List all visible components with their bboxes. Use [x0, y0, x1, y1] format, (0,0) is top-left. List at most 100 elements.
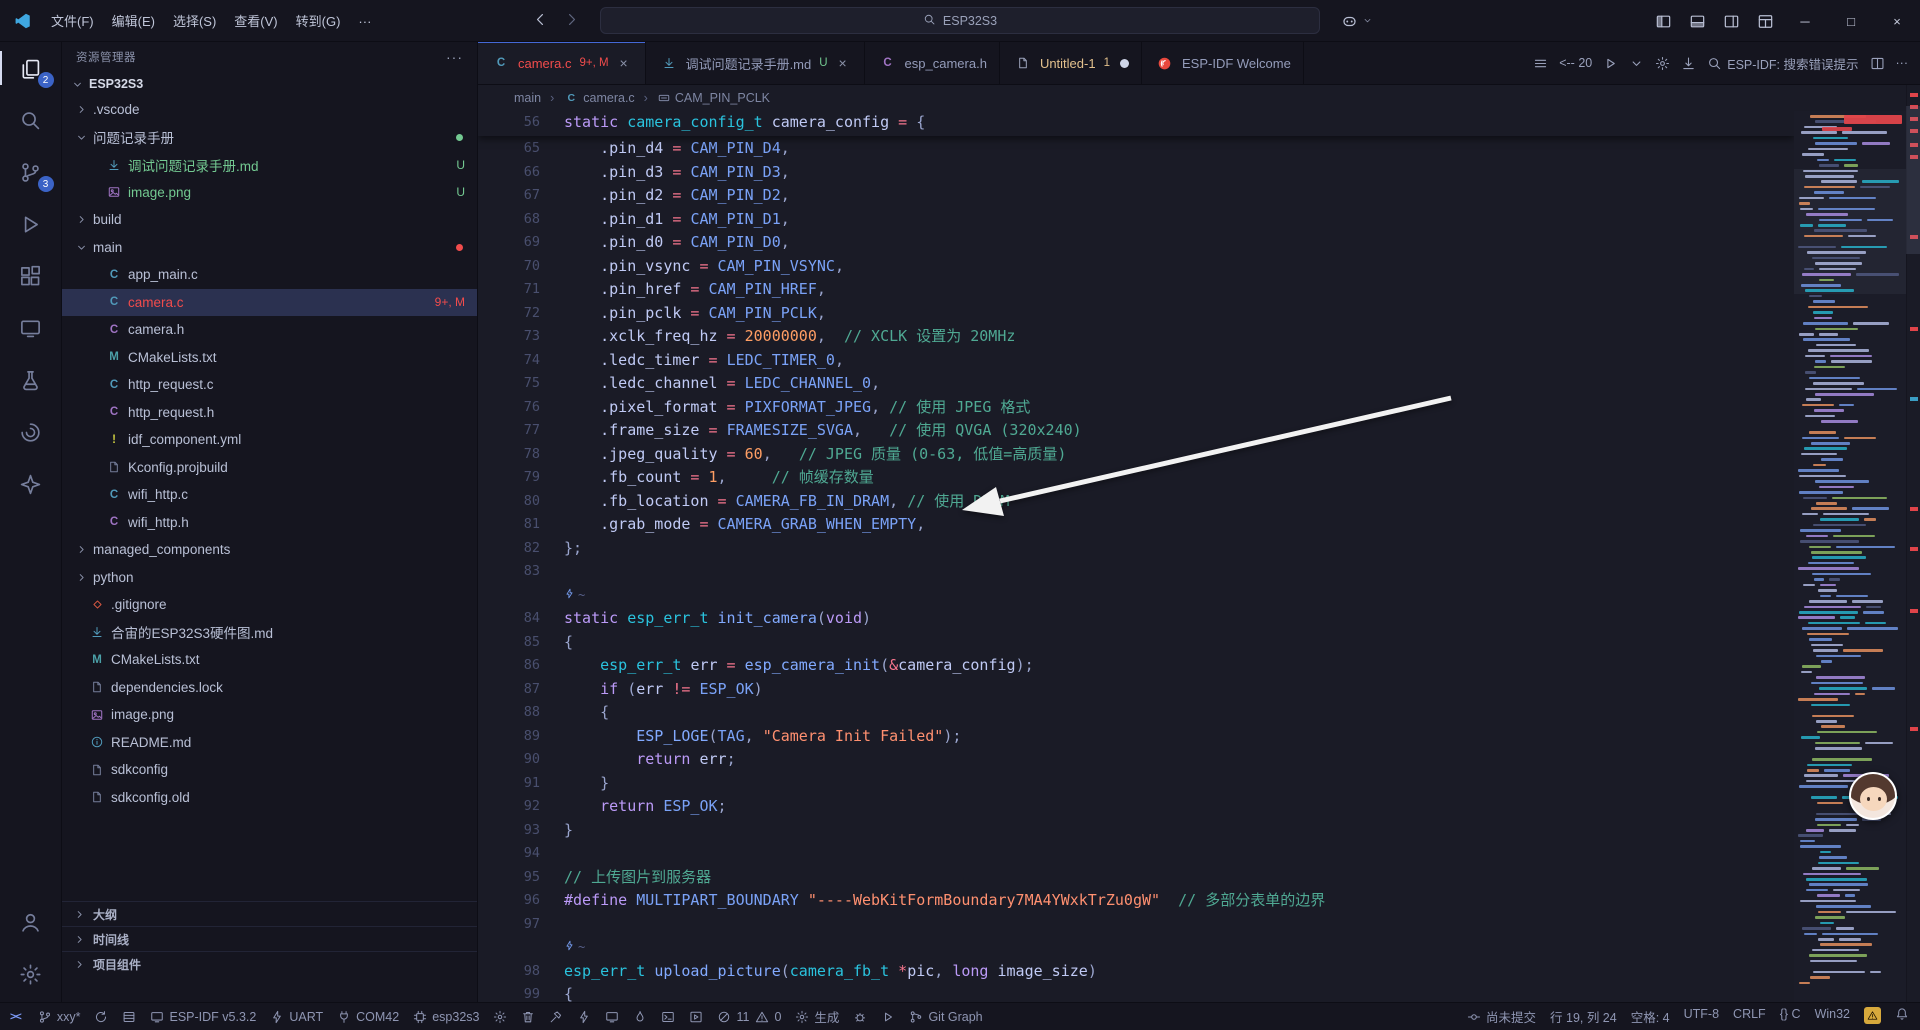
code-line[interactable]: 77 .frame_size = FRAMESIZE_SVGA, // 使用 Q… — [478, 419, 1794, 443]
line-number[interactable]: 84 — [478, 607, 540, 631]
tab-camera.c[interactable]: Ccamera.c9+, M× — [478, 42, 646, 84]
run-file[interactable] — [1603, 56, 1618, 71]
menu-item-3[interactable]: 查看(V) — [225, 9, 286, 34]
status-git-branch[interactable]: xxy* — [31, 1003, 88, 1030]
code-line[interactable]: 82}; — [478, 537, 1794, 561]
line-number[interactable]: 95 — [478, 866, 540, 890]
status-qemu[interactable] — [682, 1003, 710, 1030]
status-espidf-version[interactable]: ESP-IDF v5.3.2 — [143, 1003, 263, 1030]
line-number[interactable]: 78 — [478, 443, 540, 467]
espidf-search-error[interactable]: ESP-IDF: 搜索错误提示 — [1707, 54, 1858, 73]
activity-explorer[interactable]: 2 — [0, 42, 62, 94]
code-line[interactable]: 99{ — [478, 983, 1794, 1002]
line-number[interactable]: 65 — [478, 137, 540, 161]
line-number[interactable]: 67 — [478, 184, 540, 208]
code-line[interactable]: 66 .pin_d3 = CAM_PIN_D3, — [478, 161, 1794, 185]
status-flash[interactable] — [570, 1003, 598, 1030]
status-cmake-build[interactable]: 生成 — [788, 1003, 846, 1030]
editor-scrollbar[interactable] — [1906, 106, 1920, 254]
menu-item-2[interactable]: 选择(S) — [164, 9, 225, 34]
code-line[interactable]: 92 return ESP_OK; — [478, 795, 1794, 819]
tree-item[interactable]: Capp_main.c — [62, 261, 477, 289]
activity-remote-explorer[interactable] — [0, 302, 62, 354]
line-number[interactable]: 89 — [478, 725, 540, 749]
code-line[interactable]: 89 ESP_LOGE(TAG, "Camera Init Failed"); — [478, 725, 1794, 749]
tree-item[interactable]: sdkconfig.old — [62, 784, 477, 812]
codelens-row[interactable]: ~ — [478, 584, 1794, 608]
status-tasks[interactable] — [115, 1003, 143, 1030]
explorer-more-actions[interactable]: ··· — [446, 49, 463, 65]
nav-forward-button[interactable] — [563, 11, 580, 31]
line-number[interactable]: 93 — [478, 819, 540, 843]
activity-testing[interactable] — [0, 354, 62, 406]
tree-item[interactable]: dependencies.lock — [62, 674, 477, 702]
line-number[interactable]: 81 — [478, 513, 540, 537]
status-build[interactable] — [542, 1003, 570, 1030]
tree-item[interactable]: Chttp_request.c — [62, 371, 477, 399]
tree-item[interactable]: Ccamera.h — [62, 316, 477, 344]
line-number[interactable]: 82 — [478, 537, 540, 561]
status-cursor-position[interactable]: 行 19, 列 24 — [1543, 1007, 1624, 1026]
tree-item[interactable]: .gitignore — [62, 591, 477, 619]
activity-ai-assistant[interactable] — [0, 458, 62, 510]
status-problems-warnings[interactable]: 0 — [752, 1003, 788, 1030]
sidebar-section-2[interactable]: 项目组件 — [62, 951, 477, 976]
status-problems-errors[interactable]: 11 — [710, 1003, 752, 1030]
code-line[interactable]: 83 — [478, 560, 1794, 584]
breadcrumb-item[interactable]: main — [514, 91, 541, 105]
line-number[interactable]: 97 — [478, 913, 540, 937]
code-line[interactable]: 68 .pin_d1 = CAM_PIN_D1, — [478, 208, 1794, 232]
tree-item[interactable]: sdkconfig — [62, 756, 477, 784]
line-number[interactable]: 91 — [478, 772, 540, 796]
run-dropdown[interactable] — [1629, 56, 1644, 71]
code-line[interactable]: 79 .fb_count = 1, // 帧缓存数量 — [478, 466, 1794, 490]
code-line[interactable]: 73 .xclk_freq_hz = 20000000, // XCLK 设置为… — [478, 325, 1794, 349]
code-editor[interactable]: 65 .pin_d4 = CAM_PIN_D4,66 .pin_d3 = CAM… — [478, 111, 1794, 1002]
code-line[interactable]: 69 .pin_d0 = CAM_PIN_D0, — [478, 231, 1794, 255]
tree-item[interactable]: 问题记录手册 — [62, 124, 477, 152]
tab-ESP-IDF Welcome[interactable]: ESP-IDF Welcome — [1142, 42, 1304, 84]
code-line[interactable]: 95// 上传图片到服务器 — [478, 866, 1794, 890]
window-minimize-button[interactable]: ─ — [1782, 0, 1828, 42]
code-line[interactable]: 90 return err; — [478, 748, 1794, 772]
code-line[interactable]: 91 } — [478, 772, 1794, 796]
workspace-root[interactable]: ESP32S3 — [62, 72, 477, 96]
tab-调试问题记录手册.md[interactable]: 调试问题记录手册.mdU× — [646, 42, 865, 84]
copilot-button[interactable] — [1332, 6, 1366, 36]
tree-item[interactable]: Ccamera.c9+, M — [62, 289, 477, 317]
line-number[interactable]: 69 — [478, 231, 540, 255]
status-flash-method[interactable]: UART — [263, 1003, 330, 1030]
line-number[interactable]: 80 — [478, 490, 540, 514]
layout-panelL-button[interactable] — [1646, 6, 1680, 36]
tab-close-icon[interactable]: × — [834, 54, 852, 72]
code-line[interactable]: 75 .ledc_channel = LEDC_CHANNEL_0, — [478, 372, 1794, 396]
line-number[interactable]: 96 — [478, 889, 540, 913]
tree-item[interactable]: python — [62, 564, 477, 592]
status-commit-status[interactable]: 尚未提交 — [1460, 1007, 1543, 1026]
status-git-graph[interactable]: Git Graph — [902, 1003, 989, 1030]
line-number[interactable]: 66 — [478, 161, 540, 185]
tree-item[interactable]: image.pngU — [62, 179, 477, 207]
tree-item[interactable]: 调试问题记录手册.mdU — [62, 151, 477, 179]
tree-item[interactable]: 合宙的ESP32S3硬件图.md — [62, 619, 477, 647]
code-line[interactable]: 87 if (err != ESP_OK) — [478, 678, 1794, 702]
activity-settings[interactable] — [0, 948, 62, 1000]
line-number[interactable]: 56 — [478, 111, 540, 135]
menu-more[interactable]: ··· — [349, 9, 380, 34]
tree-item[interactable]: MCMakeLists.txt — [62, 344, 477, 372]
code-line[interactable]: 97 — [478, 913, 1794, 937]
code-line[interactable]: 98esp_err_t upload_picture(camera_fb_t *… — [478, 960, 1794, 984]
assistant-avatar[interactable] — [1849, 772, 1897, 820]
sidebar-section-1[interactable]: 时间线 — [62, 926, 477, 951]
line-number[interactable]: 85 — [478, 631, 540, 655]
more-actions[interactable]: ··· — [1896, 56, 1909, 70]
code-line[interactable]: 81 .grab_mode = CAMERA_GRAB_WHEN_EMPTY, — [478, 513, 1794, 537]
line-number[interactable]: 73 — [478, 325, 540, 349]
code-line[interactable]: 72 .pin_pclk = CAM_PIN_PCLK, — [478, 302, 1794, 326]
line-number[interactable]: 68 — [478, 208, 540, 232]
sidebar-section-0[interactable]: 大纲 — [62, 901, 477, 926]
tree-item[interactable]: build — [62, 206, 477, 234]
copilot-chevron[interactable] — [1362, 14, 1373, 29]
menu-item-0[interactable]: 文件(F) — [42, 9, 103, 34]
tab-Untitled-1[interactable]: Untitled-11 — [1000, 42, 1142, 84]
